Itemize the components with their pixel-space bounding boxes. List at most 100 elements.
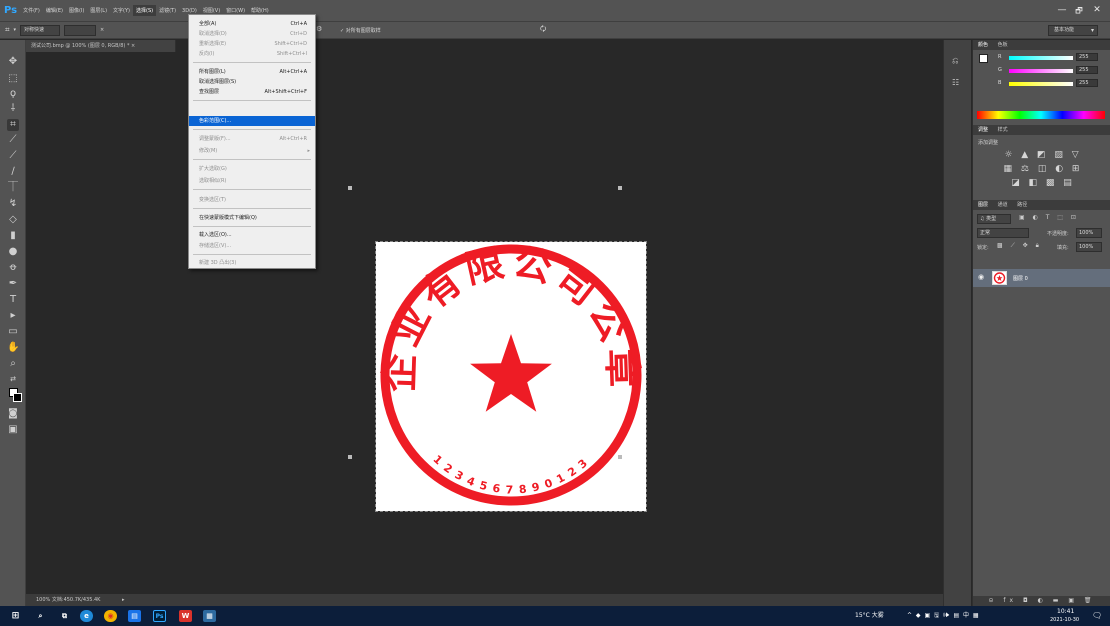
menu-item-color-range[interactable]: 色彩范围(C)... (189, 116, 315, 126)
layer-filter-select[interactable]: ♫ 类型 (977, 214, 1011, 224)
photoshop-taskbar-icon[interactable]: Ps (153, 610, 166, 622)
close-button[interactable]: ✕ (1087, 1, 1107, 20)
layers-panel-footer[interactable]: ⊝ fx ◘ ◐ ▬ ▣ 🗑 (973, 596, 1110, 606)
blur-tool-icon[interactable]: ● (7, 246, 19, 258)
hand-tool-icon[interactable]: ✋ (7, 342, 19, 354)
width-field[interactable] (64, 24, 97, 36)
menu-edit[interactable]: 编辑(E) (43, 5, 66, 16)
tool-preset-arrow-icon[interactable]: ▾ (14, 27, 17, 33)
menu-item-select-all[interactable]: 全部(A) Ctrl+A (189, 19, 315, 29)
zoom-tool-icon[interactable]: ⌕ (7, 358, 19, 370)
slider-blue[interactable]: B 255 (973, 77, 1110, 90)
eyedropper-tool-icon[interactable]: ⟋ (7, 134, 19, 146)
rectangle-tool-icon[interactable]: ▭ (7, 326, 19, 338)
history-panel-icon[interactable]: ⎌ (952, 56, 958, 66)
layer-filter-icons[interactable]: ▣ ◐ T ⬚ ⊡ (1019, 214, 1079, 221)
mode-select[interactable]: 对称快速 (20, 24, 61, 36)
quick-select-tool-icon[interactable]: ⸸ (7, 103, 19, 115)
document-tab[interactable]: 测试公司.bmp @ 100% (图层 0, RGB/8) * × (26, 40, 176, 52)
transform-handle[interactable] (618, 186, 622, 190)
canvas-area[interactable]: 企业有限公司公章 1234567890123 (26, 52, 943, 594)
menu-item-quick-mask[interactable]: 在快速蒙版模式下编辑(Q) (189, 213, 315, 223)
menu-layer[interactable]: 图层(L) (87, 5, 110, 16)
task-view-icon[interactable]: ⧉ (58, 610, 71, 622)
adjustment-icons-row-2[interactable]: ▦ ⚖ ◫ ◐ ⊞ (987, 164, 1099, 174)
workspace-switcher[interactable]: 基本功能 (1048, 25, 1098, 36)
path-selection-tool-icon[interactable]: ▸ (7, 310, 19, 322)
adjustment-icons-row-1[interactable]: ☼ ▲ ◩ ▨ ▽ (987, 150, 1099, 160)
system-tray-icons[interactable]: ^ ◆ ▣ 🖫 🕪 ▤ 中 ▦ (907, 606, 980, 626)
tab-layers[interactable]: 图层 (978, 202, 988, 208)
eye-icon[interactable]: ◉ (978, 273, 984, 281)
marquee-tool-icon[interactable]: ⬚ (7, 73, 19, 85)
menu-item-similar[interactable]: 选取相似(R) (189, 176, 315, 186)
swap-colors-icon[interactable]: ⇄ (7, 373, 19, 385)
tab-adjustments[interactable]: 调整 (978, 127, 988, 133)
menu-item-grow[interactable]: 扩大选取(G) (189, 164, 315, 174)
color-spectrum-bar[interactable] (977, 111, 1105, 119)
image-viewer-icon[interactable]: ▦ (203, 610, 216, 622)
tab-styles[interactable]: 样式 (998, 127, 1008, 133)
healing-brush-tool-icon[interactable]: ⟋ (7, 150, 19, 162)
tab-swatches[interactable]: 色板 (998, 42, 1008, 48)
adjustment-icons-row-3[interactable]: ◪ ◧ ▩ ▤ (987, 178, 1099, 188)
layer-name[interactable]: 图层 0 (1013, 275, 1028, 282)
menu-item-save-selection[interactable]: 存储选区(V)... (189, 241, 315, 251)
layer-item[interactable]: ◉ 图层 0 (973, 269, 1110, 287)
notification-icon[interactable]: 🗨 (1092, 606, 1102, 626)
slider-red[interactable]: R 255 (973, 51, 1110, 64)
clock-date[interactable]: 2021-10-30 (1050, 610, 1079, 626)
tab-channels[interactable]: 通道 (998, 202, 1008, 208)
menu-item-new-3d-extrusion[interactable]: 新建 3D 凸出(3) (189, 258, 315, 268)
gradient-tool-icon[interactable]: ▮ (7, 230, 19, 242)
menu-item-all-layers[interactable]: 所有图层(L) Alt+Ctrl+A (189, 67, 315, 77)
menu-file[interactable]: 文件(F) (20, 5, 43, 16)
brush-tool-icon[interactable]: ∕ (7, 166, 19, 178)
menu-item-modify[interactable]: 修改(M) ▸ (189, 146, 315, 156)
tool-preset-icon[interactable]: ⌗ (5, 25, 10, 35)
menu-item-deselect[interactable]: 取消选择(D) Ctrl+D (189, 29, 315, 39)
menu-item-inverse[interactable]: 反向(I) Shift+Ctrl+I (189, 49, 315, 59)
blend-mode-select[interactable]: 正常 (977, 228, 1029, 238)
chrome-icon[interactable]: ◉ (104, 610, 117, 622)
pen-tool-icon[interactable]: ✒ (7, 278, 19, 290)
menu-type[interactable]: 文字(Y) (110, 5, 133, 16)
menu-select[interactable]: 选择(S) (133, 5, 157, 16)
menu-item-load-selection[interactable]: 载入选区(O)... (189, 230, 315, 240)
move-tool-icon[interactable]: ✥ (7, 56, 19, 68)
eraser-tool-icon[interactable]: ◇ (7, 214, 19, 226)
type-tool-icon[interactable]: T (7, 294, 19, 306)
tab-paths[interactable]: 路径 (1017, 202, 1027, 208)
refine-edge-icon[interactable]: 🗘 (540, 25, 546, 36)
properties-panel-icon[interactable]: ☷ (952, 78, 959, 87)
background-color-swatch[interactable] (13, 393, 22, 402)
tab-color[interactable]: 颜色 (978, 42, 988, 48)
transform-handle[interactable] (618, 455, 622, 459)
weather-widget[interactable]: 15°C 大雾 (855, 606, 884, 626)
menu-image[interactable]: 图像(I) (66, 5, 87, 16)
document-canvas[interactable]: 企业有限公司公章 1234567890123 (375, 241, 647, 512)
fill-field[interactable]: 100% (1076, 242, 1102, 252)
quick-mask-icon[interactable]: ◙ (7, 408, 19, 420)
transform-handle[interactable] (348, 455, 352, 459)
transform-handle[interactable] (348, 186, 352, 190)
start-icon[interactable]: ⊞ (9, 610, 22, 622)
slider-green[interactable]: G 255 (973, 64, 1110, 77)
status-arrow-icon[interactable]: ▸ (122, 597, 125, 603)
edge-icon[interactable]: e (80, 610, 93, 622)
search-icon[interactable]: ⌕ (34, 610, 47, 622)
menu-filter[interactable]: 滤镜(T) (156, 5, 179, 16)
dodge-tool-icon[interactable]: ꝋ (7, 262, 19, 274)
options-gear-icon[interactable]: ⚙ (316, 25, 322, 33)
menu-item-transform-selection[interactable]: 变换选区(T) (189, 195, 315, 205)
sample-all-layers-checkbox[interactable]: ✓ 对所有图层取样 (340, 27, 381, 34)
screen-mode-icon[interactable]: ▣ (7, 424, 19, 436)
maximize-button[interactable]: 🗗 (1069, 1, 1089, 20)
menu-item-find-layers[interactable]: 查找图层 Alt+Shift+Ctrl+F (189, 87, 315, 97)
opacity-field[interactable]: 100% (1076, 228, 1102, 238)
lock-icons[interactable]: ▩ ⟋ ✥ 🔒︎ (997, 242, 1042, 250)
menu-item-deselect-layers[interactable]: 取消选择图层(S) (189, 77, 315, 87)
crop-tool-icon[interactable]: ⌗ (7, 119, 19, 131)
menu-item-refine-mask[interactable]: 调整蒙版(F)... Alt+Ctrl+R (189, 134, 315, 144)
wps-icon[interactable]: W (179, 610, 192, 622)
